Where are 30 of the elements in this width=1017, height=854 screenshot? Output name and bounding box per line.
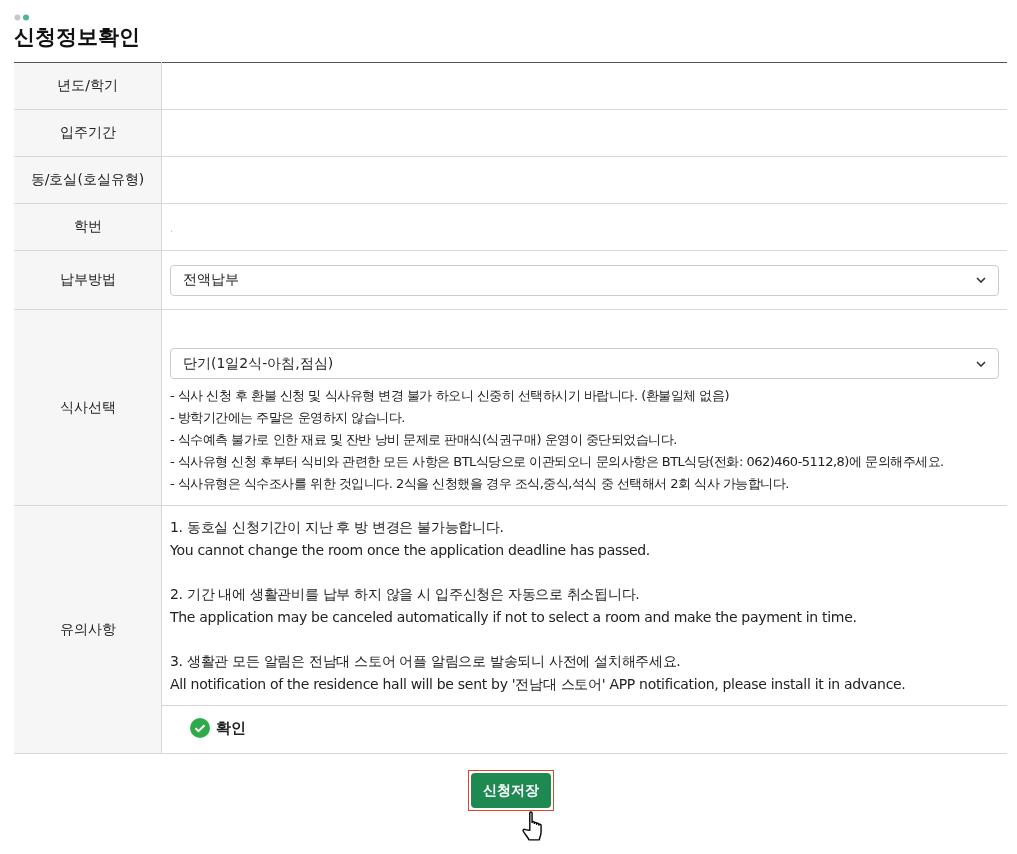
row-label: 식사선택 (14, 309, 162, 506)
note-text: - 방학기간에는 주말은 운영하지 않습니다. (170, 409, 406, 427)
dropdown-value: 전액납부 (183, 271, 239, 289)
notice-text: 3. 생활관 모든 알림은 전남대 스토어 어플 알림으로 발송되니 사전에 설치해주세요. (170, 652, 682, 671)
note-text: - 식사유형은 식수조사를 위한 것입니다. 2식을 신청했을 경우 조식,중식,석식 중 선택해서 2회 식사 가능합니다. (170, 475, 790, 493)
page-title: 신청정보확인 (14, 24, 140, 51)
notice-text: The application may be canceled automatically if not to select a room and make the payment in time. (170, 607, 858, 627)
dots-icon (14, 14, 30, 21)
notice-text: All notification of the residence hall will be sent by '전남대 스토어' APP notification, please install it in advance. (170, 674, 907, 694)
row-value: . (170, 223, 174, 234)
dropdown[interactable]: 단기(1일2식-아침,점심) (170, 348, 999, 379)
confirm-label: 확인 (216, 718, 246, 738)
row-label: 학번 (14, 203, 162, 251)
save-button[interactable]: 신청저장 (470, 773, 551, 808)
row-label: 년도/학기 (14, 62, 162, 110)
confirm-checkbox[interactable]: 확인 (190, 718, 246, 738)
note-text: - 식사 신청 후 환불 신청 및 식사유형 변경 불가 하오니 신중히 선택하시기 바랍니다. (환불일체 없음) (170, 387, 730, 405)
row-label: 유의사항 (14, 505, 162, 754)
note-text: - 식사유형 신청 후부터 식비와 관련한 모든 사항은 BTL식당으로 이관되오니 문의사항은 BTL식당(전화: 062)460-5112,8)에 문의해주세요. (170, 453, 945, 471)
row-label: 입주기간 (14, 109, 162, 157)
notice-text: 2. 기간 내에 생활관비를 납부 하지 않을 시 입주신청은 자동으로 취소됩니다. (170, 585, 641, 604)
chevron-icon (976, 360, 986, 367)
row-label: 동/호실(호실유형) (14, 156, 162, 204)
dropdown[interactable]: 전액납부 (170, 264, 999, 296)
chevron-icon (976, 277, 986, 283)
dropdown-value: 단기(1일2식-아침,점심) (183, 354, 334, 373)
note-text: - 식수예측 불가로 인한 재료 및 잔반 낭비 문제로 판매식(식권구매) 운영이 중단되었습니다. (170, 431, 678, 449)
row-label: 납부방법 (14, 250, 162, 310)
notice-text: 1. 동호실 신청기간이 지난 후 방 변경은 불가능합니다. (170, 518, 505, 537)
notice-text: You cannot change the room once the application deadline has passed. (170, 540, 651, 560)
